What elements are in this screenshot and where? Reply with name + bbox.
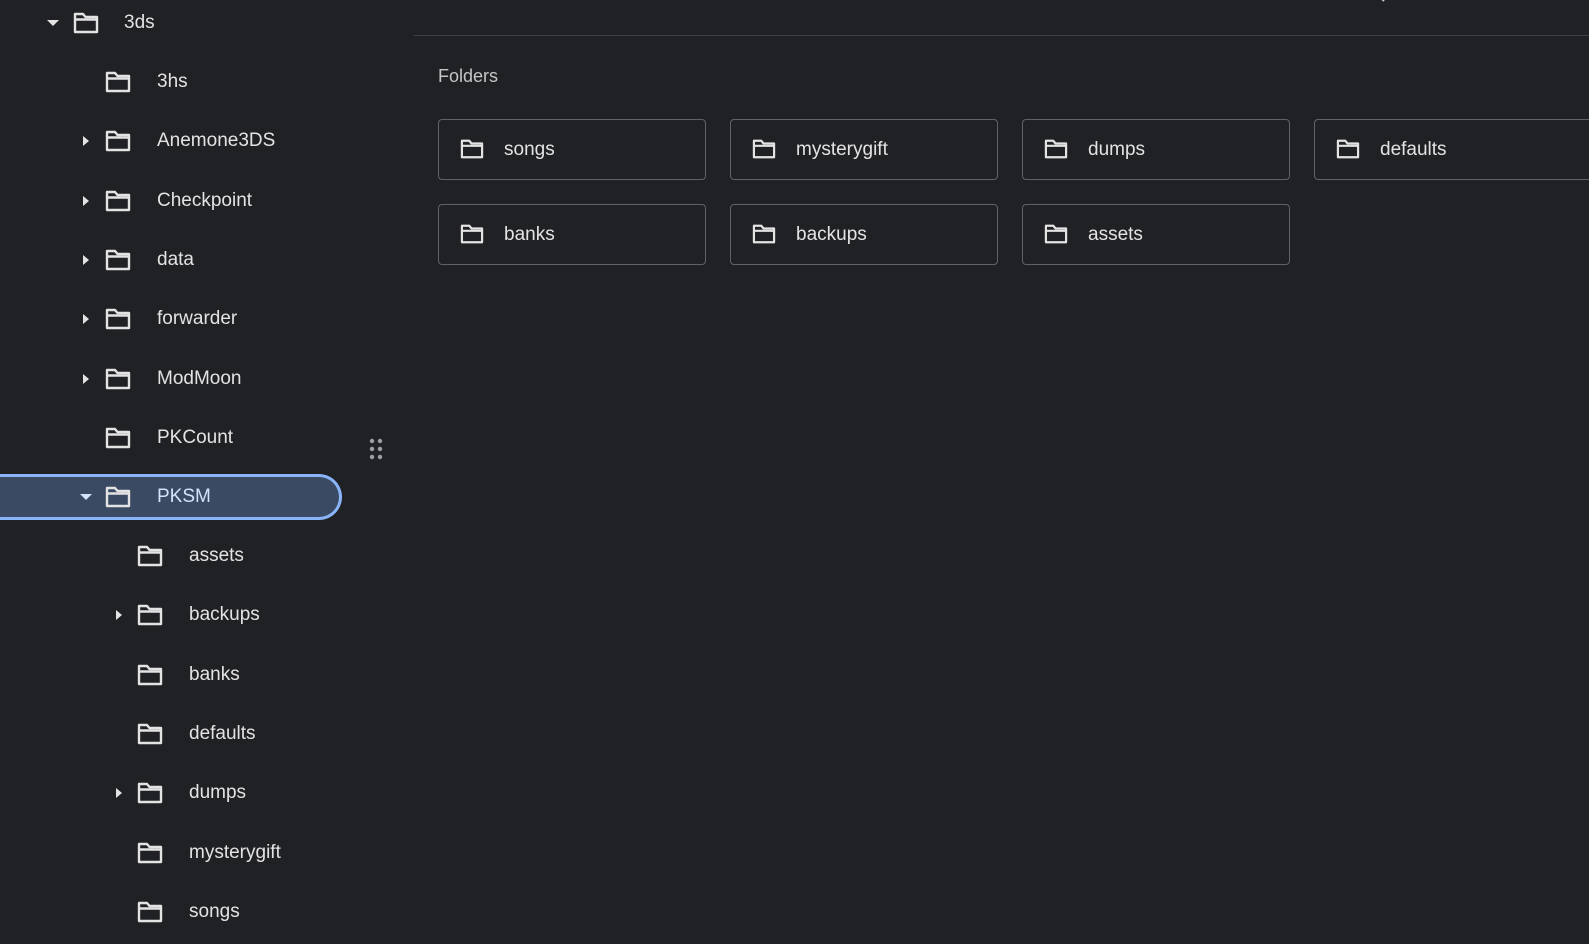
section-title: Folders (438, 66, 499, 86)
folder-icon (104, 129, 132, 153)
folder-icon (1043, 223, 1069, 245)
tree-item-banks[interactable]: banks (0, 652, 342, 698)
folder-icon (751, 223, 777, 245)
folder-tile-songs[interactable]: songs (438, 119, 706, 180)
tree-item-modmoon[interactable]: ModMoon (0, 356, 342, 402)
folder-tile-mysterygift[interactable]: mysterygift (730, 119, 998, 180)
folder-icon (136, 722, 164, 746)
chevron-right-icon[interactable] (112, 608, 126, 622)
tree-item-data[interactable]: data (0, 237, 342, 283)
folder-tile-backups[interactable]: backups (730, 204, 998, 265)
tree-item-label: assets (189, 545, 244, 566)
chevron-right-icon[interactable] (112, 786, 126, 800)
tree-item-label: defaults (189, 723, 256, 744)
tree-item-label: PKSM (157, 486, 211, 507)
folder-icon (1043, 138, 1069, 160)
folder-tile-label: banks (504, 223, 555, 245)
tree-item-assets[interactable]: assets (0, 533, 342, 579)
chevron-down-icon[interactable] (46, 16, 60, 30)
folder-icon (104, 426, 132, 450)
chevron-right-icon[interactable] (79, 312, 93, 326)
folder-icon (136, 663, 164, 687)
toolbar-divider (414, 35, 1589, 36)
drag-handle-icon[interactable] (368, 438, 384, 460)
tree-item-label: dumps (189, 782, 247, 803)
tree-item-3hs[interactable]: 3hs (0, 59, 342, 105)
folder-icon (104, 189, 132, 213)
folder-tree: 3ds 3hs Anemone3DS Checkpoint data forwarder M… (0, 0, 414, 944)
folder-icon (104, 485, 132, 509)
folder-tile-defaults[interactable]: defaults (1314, 119, 1589, 180)
folder-tile-banks[interactable]: banks (438, 204, 706, 265)
folder-icon (459, 138, 485, 160)
tree-item-label: ModMoon (157, 368, 242, 389)
tree-item-dumps[interactable]: dumps (0, 770, 342, 816)
folder-icon (104, 367, 132, 391)
search-icon[interactable] (1366, 0, 1390, 6)
tree-item-defaults[interactable]: defaults (0, 711, 342, 757)
tree-item-pkcount[interactable]: PKCount (0, 415, 342, 461)
folder-icon (72, 11, 100, 35)
folder-icon (459, 223, 485, 245)
tree-item-label: mysterygift (189, 842, 281, 863)
folder-tile-label: backups (796, 223, 867, 245)
folder-icon (104, 307, 132, 331)
folder-icon (136, 781, 164, 805)
folder-icon (1335, 138, 1361, 160)
folder-tile-label: mysterygift (796, 138, 888, 160)
folder-tile-label: defaults (1380, 138, 1447, 160)
folder-icon (136, 603, 164, 627)
tree-item-root[interactable]: 3ds (0, 0, 342, 46)
folder-tile-dumps[interactable]: dumps (1022, 119, 1290, 180)
tree-item-forwarder[interactable]: forwarder (0, 296, 342, 342)
grid-view-icon[interactable] (1436, 0, 1460, 6)
tree-item-checkpoint[interactable]: Checkpoint (0, 178, 342, 224)
tree-item-label: forwarder (157, 308, 238, 329)
tree-item-label: banks (189, 664, 240, 685)
folder-tile-label: songs (504, 138, 555, 160)
tree-item-label: backups (189, 604, 260, 625)
file-manager-window: 3ds 3hs Anemone3DS Checkpoint data forwarder M… (0, 0, 1589, 944)
tree-item-label: 3hs (157, 71, 188, 92)
tree-item-pksm[interactable]: PKSM (0, 474, 342, 520)
tree-item-anemone3ds[interactable]: Anemone3DS (0, 118, 342, 164)
chevron-right-icon[interactable] (79, 194, 93, 208)
tree-item-label: 3ds (124, 12, 155, 33)
tree-item-songs[interactable]: songs (0, 889, 342, 935)
chevron-right-icon[interactable] (79, 253, 93, 267)
folder-tile-label: dumps (1088, 138, 1146, 160)
chevron-right-icon[interactable] (79, 134, 93, 148)
sort-icon[interactable] (1506, 0, 1530, 6)
tree-item-label: songs (189, 901, 240, 922)
folder-icon (751, 138, 777, 160)
tree-item-backups[interactable]: backups (0, 592, 342, 638)
folder-tile-assets[interactable]: assets (1022, 204, 1290, 265)
folder-icon (136, 841, 164, 865)
folder-icon (136, 544, 164, 568)
tree-item-mysterygift[interactable]: mysterygift (0, 830, 342, 876)
folder-icon (104, 248, 132, 272)
folder-icon (136, 900, 164, 924)
folder-tile-label: assets (1088, 223, 1143, 245)
tree-item-label: Anemone3DS (157, 130, 276, 151)
chevron-right-icon[interactable] (79, 372, 93, 386)
tree-item-label: PKCount (157, 427, 234, 448)
folder-icon (104, 70, 132, 94)
tree-item-label: data (157, 249, 194, 270)
chevron-down-icon[interactable] (79, 490, 93, 504)
tree-item-label: Checkpoint (157, 190, 253, 211)
